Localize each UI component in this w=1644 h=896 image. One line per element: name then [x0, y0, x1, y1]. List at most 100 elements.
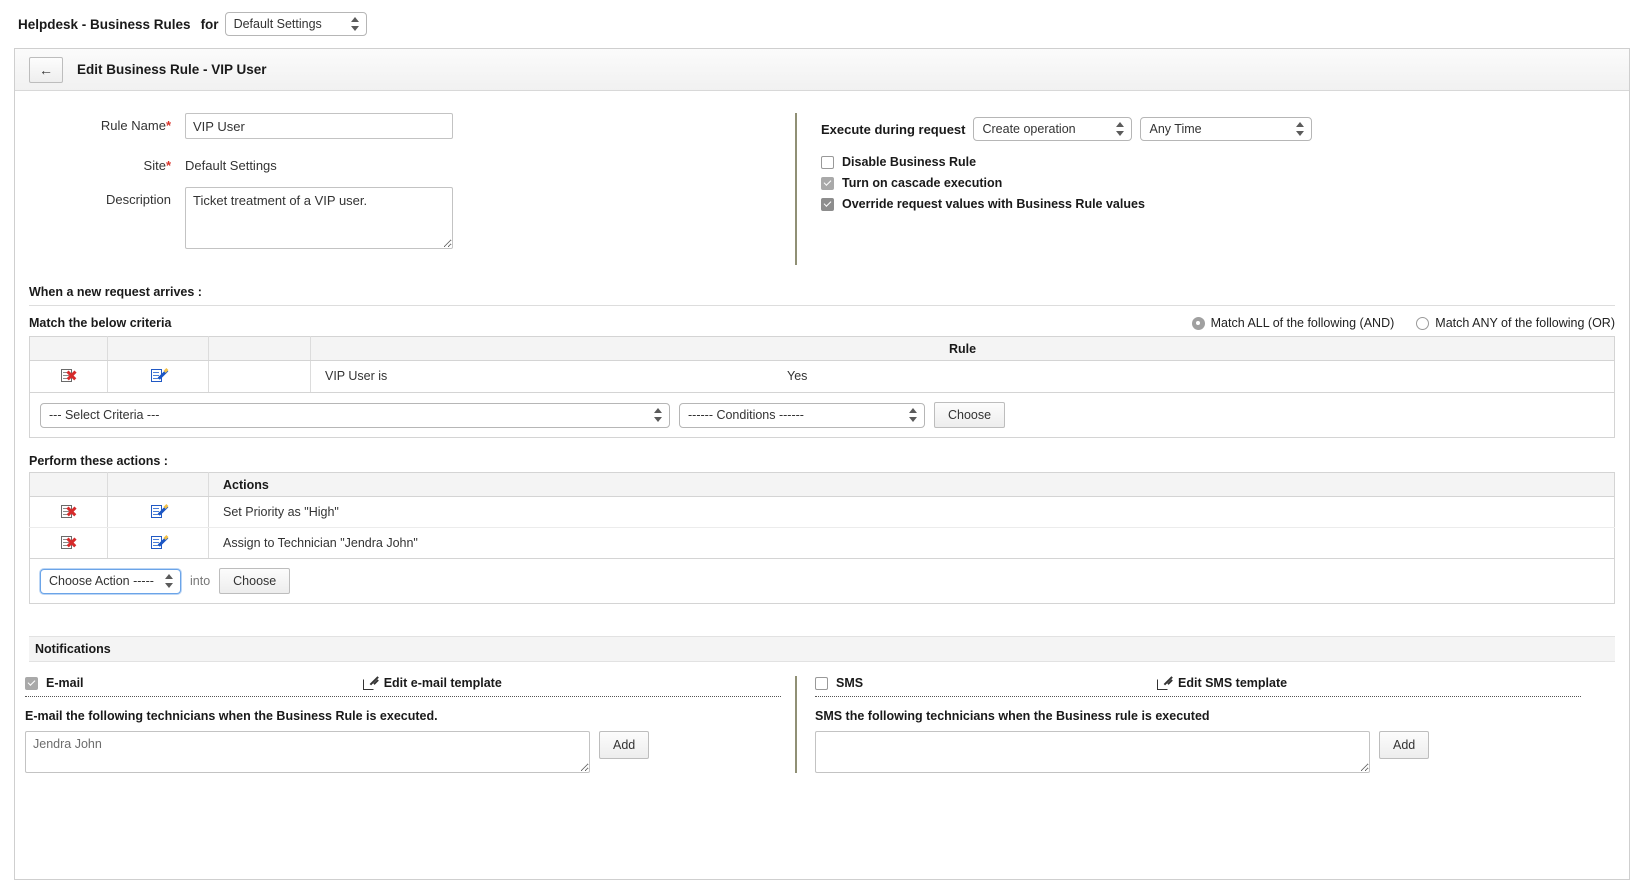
when-new-request-heading: When a new request arrives : [29, 281, 1615, 306]
perform-actions-heading: Perform these actions : [29, 454, 168, 468]
radio-match-any-label: Match ANY of the following (OR) [1435, 316, 1615, 330]
option-cascade-execution[interactable]: Turn on cascade execution [821, 176, 1312, 190]
email-recipients-textarea[interactable]: Jendra John [25, 731, 590, 773]
sms-notification-header: SMS Edit SMS template [815, 676, 1581, 697]
sms-checkbox-label: SMS [836, 676, 864, 690]
radio-match-all-label: Match ALL of the following (AND) [1210, 316, 1395, 330]
match-criteria-label: Match the below criteria [29, 316, 172, 330]
description-row: Description Ticket treatment of a VIP us… [25, 187, 795, 249]
edit-email-template-link[interactable]: Edit e-mail template [362, 676, 502, 690]
actions-table: Actions Set Priority as "High" Assign to… [29, 472, 1615, 559]
edit-template-icon [1157, 676, 1173, 690]
delete-row-glyph [61, 369, 77, 384]
arrow-left-icon: ← [39, 61, 53, 78]
execute-options-section: Execute during request Create operation … [797, 113, 1313, 265]
vertical-divider [795, 113, 797, 265]
criteria-col-rule: Rule [310, 336, 1615, 361]
select-condition-dropdown[interactable]: ------ Conditions ------ [679, 402, 925, 428]
delete-row-glyph [61, 535, 77, 551]
site-scope-select-wrap: Default Settings [224, 12, 367, 36]
panel-heading: Edit Business Rule - VIP User [77, 62, 267, 77]
checkbox-cascade-execution[interactable] [821, 176, 834, 190]
criteria-col-spacer [208, 336, 311, 361]
panel-header: ← Edit Business Rule - VIP User [15, 49, 1629, 91]
operation-select[interactable]: Create operation [973, 117, 1133, 141]
for-label: for [200, 16, 219, 32]
sms-notification-column: SMS Edit SMS template SMS the following … [815, 676, 1595, 773]
sms-notification-description: SMS the following technicians when the B… [815, 709, 1210, 723]
back-button[interactable]: ← [29, 56, 63, 83]
actions-col-delete [29, 472, 108, 497]
execute-during-request-row: Execute during request Create operation … [821, 117, 1313, 141]
edit-business-rule-panel: ← Edit Business Rule - VIP User Rule Nam… [14, 48, 1630, 880]
action-edit-cell [107, 527, 209, 559]
action-delete-cell [29, 527, 108, 559]
sms-recipients-textarea[interactable] [815, 731, 1370, 773]
time-select-wrap: Any Time [1140, 117, 1313, 141]
radio-match-any-input[interactable] [1416, 316, 1430, 330]
email-notification-header: E-mail Edit e-mail template [25, 676, 781, 697]
actions-table-header-row: Actions [29, 472, 1615, 497]
sms-add-button[interactable]: Add [1379, 731, 1430, 759]
radio-match-all-input[interactable] [1191, 316, 1205, 330]
email-checkbox-label: E-mail [46, 676, 84, 690]
criteria-col-delete [29, 336, 108, 361]
description-textarea[interactable]: Ticket treatment of a VIP user. [185, 187, 453, 249]
choose-action-dropdown[interactable]: Choose Action ------- [40, 568, 181, 594]
notifications-body: E-mail Edit e-mail template E-mail the f… [15, 676, 1629, 773]
delete-row-icon[interactable] [61, 504, 77, 519]
edit-row-icon[interactable] [150, 503, 168, 520]
notifications-spacer [15, 604, 1629, 636]
option-disable-business-rule[interactable]: Disable Business Rule [821, 155, 1312, 169]
option-label-override: Override request values with Business Ru… [842, 197, 1145, 211]
edit-sms-template-label: Edit SMS template [1178, 676, 1288, 690]
criteria-col-edit [107, 336, 209, 361]
actions-col-actions: Actions [208, 472, 1615, 497]
edit-email-template-label: Edit e-mail template [383, 676, 502, 690]
site-value: Default Settings [185, 158, 277, 173]
checkbox-disable-business-rule[interactable] [821, 155, 834, 169]
actions-choose-button[interactable]: Choose [219, 568, 291, 594]
match-criteria-row: Match the below criteria Match ALL of th… [29, 316, 1615, 330]
table-row: Set Priority as "High" [29, 496, 1615, 528]
criteria-builder-row: --- Select Criteria --- ------ Condition… [29, 393, 1615, 438]
rule-name-label: Rule Name* [25, 113, 185, 133]
edit-row-glyph [150, 368, 168, 384]
site-row: Site* Default Settings [25, 153, 795, 173]
delete-row-icon[interactable] [61, 535, 77, 551]
action-edit-cell [107, 496, 209, 528]
email-add-button[interactable]: Add [599, 731, 650, 759]
checkbox-email-notification[interactable] [25, 676, 38, 690]
edit-row-glyph [150, 503, 168, 520]
rule-name-input[interactable] [185, 113, 453, 139]
action-text-cell: Set Priority as "High" [208, 496, 1615, 528]
edit-row-icon[interactable] [150, 368, 168, 384]
radio-match-all[interactable]: Match ALL of the following (AND) [1191, 316, 1395, 330]
action-delete-cell [29, 496, 108, 528]
email-notification-column: E-mail Edit e-mail template E-mail the f… [15, 676, 795, 773]
email-notification-description: E-mail the following technicians when th… [25, 709, 438, 723]
email-recipients-row: Jendra John Add [25, 731, 795, 773]
site-scope-select[interactable]: Default Settings [224, 12, 367, 36]
edit-template-icon [362, 676, 379, 690]
option-override-values[interactable]: Override request values with Business Ru… [821, 197, 1312, 211]
operation-select-wrap: Create operation [973, 117, 1133, 141]
edit-sms-template-link[interactable]: Edit SMS template [1157, 676, 1287, 690]
select-criteria-dropdown[interactable]: --- Select Criteria --- [40, 402, 670, 428]
delete-row-icon[interactable] [61, 369, 77, 384]
rule-name-label-text: Rule Name [100, 118, 166, 133]
checkbox-override-values[interactable] [821, 197, 834, 211]
action-text-cell: Assign to Technician "Jendra John" [208, 527, 1615, 559]
radio-match-any[interactable]: Match ANY of the following (OR) [1416, 316, 1615, 330]
option-label-cascade: Turn on cascade execution [842, 176, 1003, 190]
checkbox-sms-notification[interactable] [815, 676, 828, 690]
criteria-delete-cell [29, 360, 108, 393]
actions-col-edit [107, 472, 209, 497]
table-row: Assign to Technician "Jendra John" [29, 527, 1615, 559]
criteria-field-value: Yes [787, 369, 808, 383]
page-header: Helpdesk - Business Rules for Default Se… [0, 0, 1644, 48]
option-label-disable: Disable Business Rule [842, 155, 977, 169]
edit-row-icon[interactable] [150, 534, 168, 550]
criteria-choose-button[interactable]: Choose [934, 402, 1006, 428]
time-select[interactable]: Any Time [1140, 117, 1313, 141]
